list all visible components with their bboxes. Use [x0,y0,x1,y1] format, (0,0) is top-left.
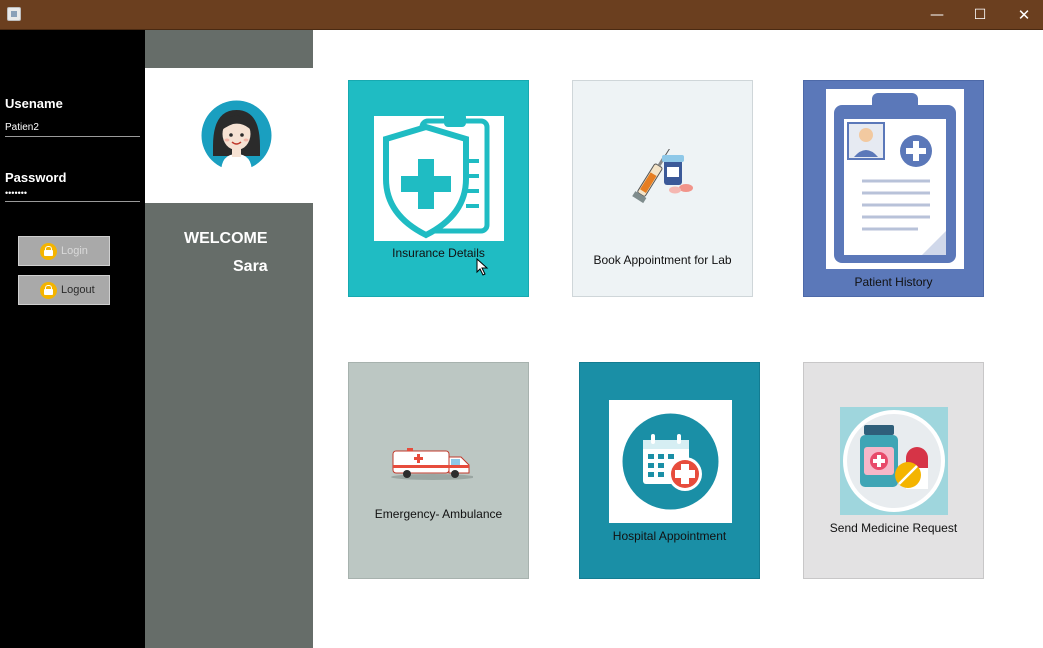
avatar [199,98,274,173]
tile-patient-history[interactable]: Patient History [803,80,984,297]
close-button[interactable]: ✕ [1002,0,1043,30]
avatar-area [145,68,313,203]
welcome-area: WELCOME Sara [145,203,313,648]
tile-label: Book Appointment for Lab [593,253,732,267]
tile-label: Send Medicine Request [829,521,958,535]
maximize-button[interactable]: ☐ [958,0,1002,30]
medicine-bottle-icon [840,407,948,515]
login-button-label: Login [61,245,88,257]
woman-avatar-icon [201,100,272,173]
lock-icon [40,281,57,299]
tile-label: Hospital Appointment [612,529,727,543]
tile-label: Insurance Details [392,246,485,260]
password-label: Password [5,170,67,185]
welcome-text: WELCOME [184,230,268,247]
clipboard-record-icon [826,89,964,269]
java-app-icon [7,7,21,21]
tile-emergency-ambulance[interactable]: Emergency- Ambulance [348,362,529,579]
minimize-button[interactable]: — [915,0,959,30]
profile-header-bar [145,30,313,68]
ambulance-icon [391,448,473,480]
login-button[interactable]: Login [18,236,110,266]
profile-panel: WELCOME Sara [145,30,313,648]
mouse-cursor-icon [476,258,489,276]
patient-dashboard-window: — ☐ ✕ Usename Patien2 Password ••••••• L… [0,0,1043,648]
tile-send-medicine-request[interactable]: Send Medicine Request [803,362,984,579]
syringe-pills-icon [632,149,693,204]
lock-icon [40,242,57,260]
username-field[interactable]: Patien2 [5,122,140,137]
tile-label: Emergency- Ambulance [374,507,503,521]
password-field[interactable]: ••••••• [5,188,140,202]
username-label: Usename [5,96,63,111]
calendar-cross-icon [609,400,732,523]
user-name: Sara [233,258,268,275]
logout-button-label: Logout [61,284,95,296]
title-bar: — ☐ ✕ [0,0,1043,30]
tile-label: Patient History [854,275,933,289]
tile-book-appointment-lab[interactable]: Book Appointment for Lab [572,80,753,297]
tile-insurance-details[interactable]: Insurance Details [348,80,529,297]
login-panel: Usename Patien2 Password ••••••• Login L… [0,30,145,648]
insurance-shield-icon [374,113,504,241]
tile-hospital-appointment[interactable]: Hospital Appointment [579,362,760,579]
logout-button[interactable]: Logout [18,275,110,305]
